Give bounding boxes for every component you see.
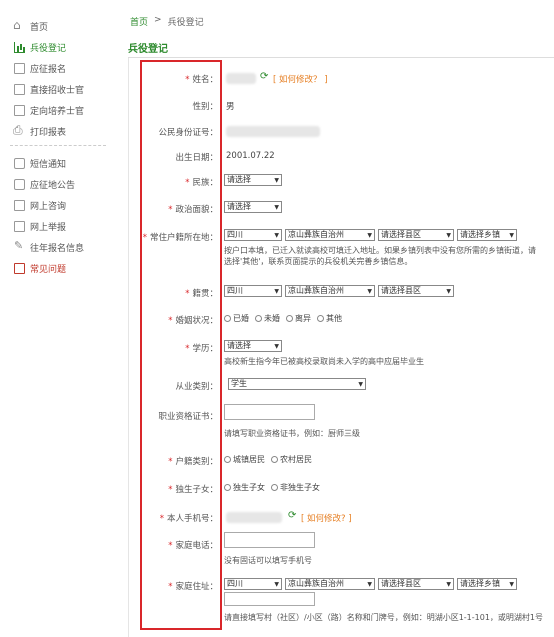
address-county-select[interactable]: 请选择县区: [378, 578, 454, 590]
native-county-select[interactable]: 请选择县区: [378, 285, 454, 297]
only-child-option-no[interactable]: 非独生子女: [271, 482, 320, 493]
household-type-label: * 户籍类别：: [168, 457, 218, 467]
native-place-label: * 籍贯：: [185, 289, 218, 299]
window-icon: [14, 220, 25, 232]
pen-icon: [14, 239, 25, 253]
certificate-hint: 请填写职业资格证书，例如：厨师三级: [224, 429, 360, 438]
birth-date-value: 2001.07.22: [226, 151, 275, 161]
faq-icon: [14, 262, 25, 274]
mobile-phone-label: * 本人手机号：: [159, 514, 218, 524]
education-hint: 高校新生指今年已被高校录取尚未入学的高中应届毕业生: [224, 357, 424, 366]
native-province-select[interactable]: 四川: [224, 285, 282, 297]
sidebar-item-enlistment[interactable]: 应征报名: [14, 60, 66, 76]
sidebar-item-direct-nco[interactable]: 直接招收士官: [14, 81, 84, 97]
native-prefecture-select[interactable]: 凉山彝族自治州: [285, 285, 375, 297]
sidebar-item-notice[interactable]: 应征地公告: [14, 176, 75, 192]
occupation-label: 从业类别：: [175, 382, 218, 392]
refresh-icon[interactable]: ⟳: [288, 510, 296, 521]
gender-value: 男: [226, 102, 235, 112]
form-icon: [14, 62, 25, 74]
marital-option-married[interactable]: 已婚: [224, 313, 249, 324]
marital-option-unmarried[interactable]: 未婚: [255, 313, 280, 324]
residence-prefecture-select[interactable]: 凉山彝族自治州: [285, 229, 375, 241]
education-label: * 学历：: [185, 344, 218, 354]
ethnicity-label: * 民族：: [185, 178, 218, 188]
residence-town-select[interactable]: 请选择乡镇: [457, 229, 517, 241]
sidebar-item-sms[interactable]: 短信通知: [14, 155, 66, 171]
household-option-urban[interactable]: 城镇居民: [224, 454, 265, 465]
breadcrumb-current: 兵役登记: [167, 18, 204, 28]
sidebar-item-directed-nco[interactable]: 定向培养士官: [14, 102, 84, 118]
address-province-select[interactable]: 四川: [224, 578, 282, 590]
address-label: * 家庭住址：: [168, 582, 218, 592]
breadcrumb-separator: >: [154, 15, 162, 25]
how-modify-name-link[interactable]: [ 如何修改？ ]: [273, 73, 328, 85]
politics-select[interactable]: 请选择: [224, 201, 282, 213]
address-prefecture-select[interactable]: 凉山彝族自治州: [285, 578, 375, 590]
occupation-select[interactable]: 学生: [228, 378, 366, 390]
form-icon: [14, 83, 25, 95]
form-icon: [14, 104, 25, 116]
sidebar-item-consult[interactable]: 网上咨询: [14, 197, 66, 213]
breadcrumb: 首页 > 兵役登记: [130, 15, 204, 28]
sidebar-item-report[interactable]: 网上举报: [14, 218, 66, 234]
politics-label: * 政治面貌：: [168, 205, 218, 215]
birth-date-label: 出生日期：: [175, 153, 218, 163]
only-child-option-yes[interactable]: 独生子女: [224, 482, 265, 493]
mobile-phone-redacted: [226, 512, 282, 523]
content-border: [128, 58, 129, 637]
residence-county-select[interactable]: 请选择县区: [378, 229, 454, 241]
residence-label: * 常住户籍所在地：: [142, 233, 218, 243]
marital-option-other[interactable]: 其他: [317, 313, 342, 324]
how-modify-phone-link[interactable]: [ 如何修改? ]: [301, 512, 352, 524]
ethnicity-select[interactable]: 请选择: [224, 174, 282, 186]
address-input[interactable]: [224, 592, 315, 606]
only-child-label: * 独生子女：: [168, 485, 218, 495]
marital-label: * 婚姻状况：: [168, 316, 218, 326]
marital-option-divorced[interactable]: 离异: [286, 313, 311, 324]
sidebar-item-faq[interactable]: 常见问题: [14, 260, 66, 276]
residence-province-select[interactable]: 四川: [224, 229, 282, 241]
address-hint: 请直接填写村（社区）/小区（路）名称和门牌号，例如：明湖小区1-1-101，或明…: [224, 613, 544, 622]
sidebar-item-history[interactable]: 往年报名信息: [14, 239, 84, 255]
certificate-label: 职业资格证书：: [158, 412, 218, 422]
refresh-icon[interactable]: ⟳: [260, 71, 268, 82]
name-value-redacted: [226, 73, 256, 84]
residence-hint: 按户口本填，已迁入就读高校可填迁入地址。如果乡镇列表中没有您所需的乡镇街道，请选…: [224, 246, 536, 266]
id-number-redacted: [226, 126, 320, 137]
page-title: 兵役登记: [128, 44, 168, 55]
home-phone-label: * 家庭电话：: [168, 541, 218, 551]
education-select[interactable]: 请选择: [224, 340, 282, 352]
sidebar-item-registration[interactable]: 兵役登记: [14, 39, 66, 55]
household-option-rural[interactable]: 农村居民: [271, 454, 312, 465]
sidebar-item-print[interactable]: 打印报表: [13, 123, 66, 139]
message-icon: [14, 178, 25, 190]
home-phone-hint: 没有固话可以填写手机号: [224, 556, 312, 565]
printer-icon: [13, 123, 25, 138]
window-icon: [14, 199, 25, 211]
certificate-input[interactable]: [224, 404, 315, 420]
name-label: * 姓名：: [185, 75, 218, 85]
sidebar-divider: [10, 145, 106, 146]
sidebar-item-home[interactable]: 首页: [13, 18, 48, 34]
sidebar: 首页 兵役登记 应征报名 直接招收士官 定向培养士官 打印报表 短信通知 应征地…: [0, 0, 118, 637]
id-number-label: 公民身份证号：: [158, 128, 218, 138]
breadcrumb-home[interactable]: 首页: [130, 15, 148, 28]
home-icon: [13, 18, 25, 32]
address-town-select[interactable]: 请选择乡镇: [457, 578, 517, 590]
home-phone-input[interactable]: [224, 532, 315, 548]
chart-icon: [14, 41, 25, 53]
gender-label: 性别：: [192, 102, 218, 112]
title-divider: [128, 57, 554, 58]
message-icon: [14, 157, 25, 169]
